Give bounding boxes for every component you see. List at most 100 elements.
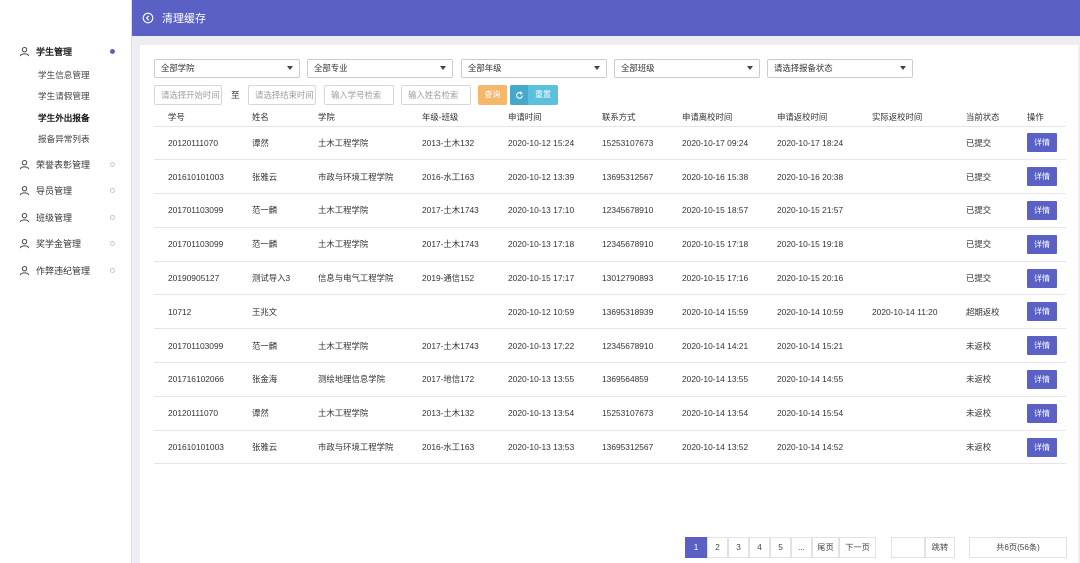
table-cell: 土木工程学院 <box>304 395 408 431</box>
table-cell: 2020-10-13 13:55 <box>494 362 588 397</box>
table-cell: 2016-水工163 <box>408 429 494 465</box>
sidebar-item-classes[interactable]: 班级管理 <box>0 204 131 231</box>
refresh-icon <box>510 85 528 105</box>
detail-button[interactable]: 详情 <box>1027 437 1057 457</box>
table-row: 201610101003 张雅云 市政与环境工程学院 2016-水工163 2020-1… <box>154 159 1066 194</box>
major-select-value: 全部专业 <box>314 63 348 73</box>
student-id-search-input[interactable]: 输入学号检索 <box>324 85 394 105</box>
page-button-4[interactable]: 4 <box>749 537 770 558</box>
grade-select[interactable]: 全部年级 <box>461 59 607 78</box>
detail-button[interactable]: 详情 <box>1027 369 1057 389</box>
sidebar-subitem-student-outing[interactable]: 学生外出报备 <box>0 108 131 130</box>
sidebar-item-counselors[interactable]: 导员管理 <box>0 177 131 204</box>
table-cell: 未返校 <box>952 395 1013 431</box>
table-cell: 土木工程学院 <box>304 226 408 262</box>
page-button-5[interactable]: 5 <box>770 537 791 558</box>
table-cell: 已提交 <box>952 226 1013 262</box>
sidebar-item-honors[interactable]: 荣誉表彰管理 <box>0 151 131 178</box>
chevron-down-icon <box>440 66 446 70</box>
sidebar-item-label: 导员管理 <box>36 186 73 197</box>
report-table: 学号 姓名 学院 年级-班级 申请时间 联系方式 申请离校时间 申请返校时间 实… <box>154 109 1066 465</box>
jump-button[interactable]: 跳转 <box>925 537 955 558</box>
table-cell: 2020-10-14 14:21 <box>668 328 763 363</box>
last-page-button[interactable]: 尾页 <box>812 537 839 558</box>
sidebar-subitem-student-leave[interactable]: 学生请假管理 <box>0 86 131 108</box>
clear-cache-link[interactable]: 清理缓存 <box>162 10 206 26</box>
table-cell: 20120111070 <box>154 395 238 431</box>
sidebar-item-label: 班级管理 <box>36 212 73 223</box>
page-button-3[interactable]: 3 <box>728 537 749 558</box>
detail-button[interactable]: 详情 <box>1027 167 1057 187</box>
table-cell-actions: 详情 <box>1013 226 1066 262</box>
page-button-2[interactable]: 2 <box>707 537 728 558</box>
sidebar-item-label: 奖学金管理 <box>36 239 82 250</box>
table-cell: 已提交 <box>952 260 1013 295</box>
table-row: 201701103099 范一麟 土木工程学院 2017-土木1743 2020-10-… <box>154 328 1066 363</box>
table-cell: 2020-10-14 15:21 <box>763 328 858 363</box>
table-cell: 2020-10-13 13:54 <box>494 395 588 431</box>
active-dot-icon <box>110 48 115 54</box>
end-date-input[interactable]: 请选择结束时间 <box>248 85 316 105</box>
detail-button[interactable]: 详情 <box>1027 302 1057 322</box>
column-header: 学院 <box>318 112 335 123</box>
table-cell: 2020-10-14 10:59 <box>763 294 858 329</box>
table-cell: 2013-土木132 <box>408 125 494 160</box>
user-icon <box>18 211 30 223</box>
detail-button[interactable]: 详情 <box>1027 200 1057 220</box>
table-cell: 范一麟 <box>238 226 304 262</box>
user-icon <box>18 238 30 250</box>
page-button-1[interactable]: 1 <box>685 537 707 558</box>
jump-page-input[interactable] <box>891 537 925 558</box>
start-date-input[interactable]: 请选择开始时间 <box>154 85 222 105</box>
table-cell: 张雅云 <box>238 159 304 194</box>
dot-icon <box>110 214 115 220</box>
report-status-select[interactable]: 请选择报备状态 <box>767 59 913 78</box>
major-select[interactable]: 全部专业 <box>307 59 453 78</box>
table-cell: 2020-10-15 19:18 <box>763 226 858 262</box>
table-header-row: 学号 姓名 学院 年级-班级 申请时间 联系方式 申请离校时间 申请返校时间 实… <box>154 109 1066 126</box>
detail-button[interactable]: 详情 <box>1027 336 1057 356</box>
table-cell <box>304 294 408 329</box>
table-cell: 未返校 <box>952 362 1013 397</box>
class-select[interactable]: 全部班级 <box>614 59 760 78</box>
table-cell: 2020-10-13 13:53 <box>494 429 588 465</box>
sidebar-subitem-student-info[interactable]: 学生信息管理 <box>0 65 131 87</box>
table-cell: 土木工程学院 <box>304 193 408 228</box>
table-row: 20190905127 测试导入3 信息与电气工程学院 2019-通信152 2020-… <box>154 260 1066 295</box>
table-cell: 2020-10-13 17:10 <box>494 193 588 228</box>
table-cell: 13695312567 <box>588 159 668 194</box>
sidebar-item-student-management[interactable]: 学生管理 <box>0 38 131 65</box>
column-header: 申请返校时间 <box>777 112 828 123</box>
name-search-input[interactable]: 输入姓名检索 <box>401 85 471 105</box>
table-cell-actions: 详情 <box>1013 294 1066 329</box>
table-cell: 2020-10-15 21:57 <box>763 193 858 228</box>
college-select[interactable]: 全部学院 <box>154 59 300 78</box>
table-cell: 2020-10-14 13:54 <box>668 395 763 431</box>
sidebar-item-scholarships[interactable]: 奖学金管理 <box>0 230 131 257</box>
next-page-button[interactable]: 下一页 <box>839 537 876 558</box>
detail-button[interactable]: 详情 <box>1027 234 1057 254</box>
sidebar-subitem-report-exceptions[interactable]: 报备异常列表 <box>0 129 131 151</box>
dot-icon <box>110 267 115 273</box>
table-cell: 2020-10-12 13:39 <box>494 159 588 194</box>
detail-button[interactable]: 详情 <box>1027 268 1057 288</box>
table-cell: 2020-10-14 14:52 <box>763 429 858 465</box>
table-cell: 已提交 <box>952 125 1013 160</box>
detail-button[interactable]: 详情 <box>1027 133 1057 153</box>
reset-button[interactable]: 重置 <box>510 85 558 105</box>
table-cell: 2019-通信152 <box>408 260 494 295</box>
query-button[interactable]: 查询 <box>478 85 507 105</box>
table-cell: 2013-土木132 <box>408 395 494 431</box>
table-cell-actions: 详情 <box>1013 395 1066 431</box>
table-cell-actions: 详情 <box>1013 193 1066 228</box>
back-circle-icon[interactable] <box>142 12 154 24</box>
sidebar-item-discipline[interactable]: 作弊违纪管理 <box>0 257 131 284</box>
table-cell <box>858 328 952 363</box>
table-cell: 2020-10-16 15:38 <box>668 159 763 194</box>
detail-button[interactable]: 详情 <box>1027 403 1057 423</box>
page-ellipsis: ... <box>791 537 812 558</box>
table-cell: 2020-10-17 09:24 <box>668 125 763 160</box>
table-cell: 2017-土木1743 <box>408 328 494 363</box>
table-cell: 土木工程学院 <box>304 125 408 160</box>
table-row: 20120111070 谭然 土木工程学院 2013-土木132 2020-10-12 … <box>154 125 1066 160</box>
